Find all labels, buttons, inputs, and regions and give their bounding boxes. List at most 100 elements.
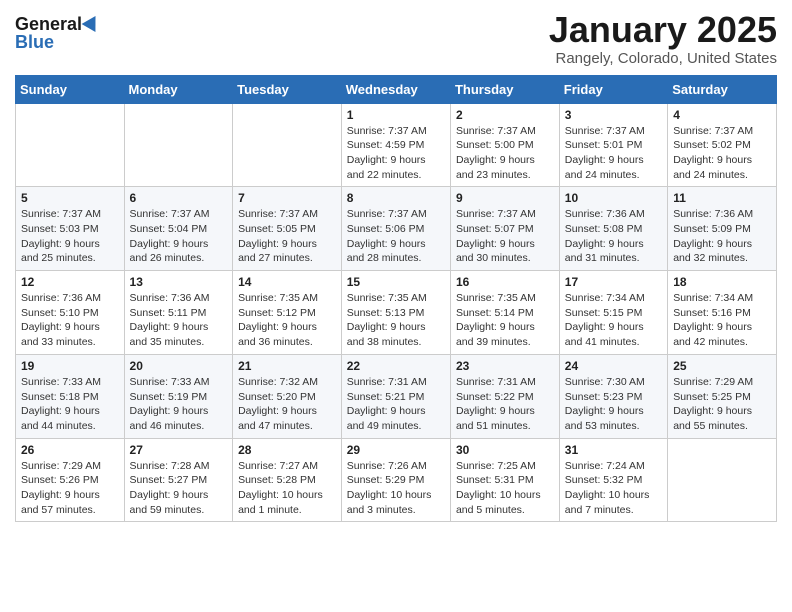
day-content: Sunrise: 7:29 AM Sunset: 5:26 PM Dayligh… bbox=[21, 459, 119, 518]
calendar-cell: 18Sunrise: 7:34 AM Sunset: 5:16 PM Dayli… bbox=[668, 271, 777, 355]
day-content: Sunrise: 7:33 AM Sunset: 5:19 PM Dayligh… bbox=[130, 375, 228, 434]
day-content: Sunrise: 7:27 AM Sunset: 5:28 PM Dayligh… bbox=[238, 459, 336, 518]
calendar-cell: 2 Sunrise: 7:37 AM Sunset: 5:00 PM Daylig… bbox=[450, 103, 559, 187]
calendar-cell bbox=[233, 103, 342, 187]
calendar-cell: 8 Sunrise: 7:37 AM Sunset: 5:06 PM Daylig… bbox=[341, 187, 450, 271]
day-number: 21 bbox=[238, 359, 336, 373]
day-number: 19 bbox=[21, 359, 119, 373]
day-content: Sunrise: 7:32 AM Sunset: 5:20 PM Dayligh… bbox=[238, 375, 336, 434]
calendar-cell: 17 Sunrise: 7:34 AM Sunset: 5:15 PM Dayli… bbox=[559, 271, 667, 355]
day-number: 6 bbox=[130, 191, 228, 205]
day-number: 31 bbox=[565, 443, 662, 457]
calendar-cell: 6 Sunrise: 7:37 AM Sunset: 5:04 PM Daylig… bbox=[124, 187, 233, 271]
day-number: 15 bbox=[347, 275, 445, 289]
day-content: Sunrise: 7:37 AM Sunset: 5:07 PM Dayligh… bbox=[456, 207, 554, 266]
page-header: General Blue January 2025 Rangely, Color… bbox=[15, 10, 777, 67]
calendar-cell: 1 Sunrise: 7:37 AM Sunset: 4:59 PM Daylig… bbox=[341, 103, 450, 187]
logo-icon bbox=[82, 12, 103, 32]
day-content: Sunrise: 7:29 AM Sunset: 5:25 PM Dayligh… bbox=[673, 375, 771, 434]
day-number: 3 bbox=[565, 108, 662, 122]
day-content: Sunrise: 7:37 AM Sunset: 5:04 PM Dayligh… bbox=[130, 207, 228, 266]
day-number: 20 bbox=[130, 359, 228, 373]
day-content: Sunrise: 7:35 AM Sunset: 5:14 PM Dayligh… bbox=[456, 291, 554, 350]
day-number: 26 bbox=[21, 443, 119, 457]
calendar-cell: 11Sunrise: 7:36 AM Sunset: 5:09 PM Dayli… bbox=[668, 187, 777, 271]
day-number: 10 bbox=[565, 191, 662, 205]
day-number: 1 bbox=[347, 108, 445, 122]
calendar-cell: 20 Sunrise: 7:33 AM Sunset: 5:19 PM Dayli… bbox=[124, 354, 233, 438]
calendar-cell: 3 Sunrise: 7:37 AM Sunset: 5:01 PM Daylig… bbox=[559, 103, 667, 187]
day-number: 30 bbox=[456, 443, 554, 457]
calendar-title: January 2025 bbox=[549, 10, 777, 50]
day-content: Sunrise: 7:35 AM Sunset: 5:13 PM Dayligh… bbox=[347, 291, 445, 350]
calendar-header-sunday: Sunday bbox=[16, 75, 125, 103]
day-content: Sunrise: 7:36 AM Sunset: 5:08 PM Dayligh… bbox=[565, 207, 662, 266]
day-number: 4 bbox=[673, 108, 771, 122]
day-number: 29 bbox=[347, 443, 445, 457]
day-content: Sunrise: 7:37 AM Sunset: 4:59 PM Dayligh… bbox=[347, 124, 445, 183]
calendar-cell: 7Sunrise: 7:37 AM Sunset: 5:05 PM Daylig… bbox=[233, 187, 342, 271]
day-content: Sunrise: 7:25 AM Sunset: 5:31 PM Dayligh… bbox=[456, 459, 554, 518]
day-number: 27 bbox=[130, 443, 228, 457]
day-content: Sunrise: 7:37 AM Sunset: 5:03 PM Dayligh… bbox=[21, 207, 119, 266]
calendar-cell: 31 Sunrise: 7:24 AM Sunset: 5:32 PM Dayli… bbox=[559, 438, 667, 522]
calendar-location: Rangely, Colorado, United States bbox=[549, 50, 777, 67]
calendar-header-thursday: Thursday bbox=[450, 75, 559, 103]
calendar-cell: 19 Sunrise: 7:33 AM Sunset: 5:18 PM Dayli… bbox=[16, 354, 125, 438]
day-number: 16 bbox=[456, 275, 554, 289]
day-content: Sunrise: 7:37 AM Sunset: 5:00 PM Dayligh… bbox=[456, 124, 554, 183]
calendar-cell: 22 Sunrise: 7:31 AM Sunset: 5:21 PM Dayli… bbox=[341, 354, 450, 438]
day-number: 23 bbox=[456, 359, 554, 373]
calendar-cell: 4 Sunrise: 7:37 AM Sunset: 5:02 PM Daylig… bbox=[668, 103, 777, 187]
day-content: Sunrise: 7:37 AM Sunset: 5:06 PM Dayligh… bbox=[347, 207, 445, 266]
day-number: 8 bbox=[347, 191, 445, 205]
day-number: 17 bbox=[565, 275, 662, 289]
day-content: Sunrise: 7:35 AM Sunset: 5:12 PM Dayligh… bbox=[238, 291, 336, 350]
calendar-cell: 29 Sunrise: 7:26 AM Sunset: 5:29 PM Dayli… bbox=[341, 438, 450, 522]
day-number: 25 bbox=[673, 359, 771, 373]
calendar-cell: 25 Sunrise: 7:29 AM Sunset: 5:25 PM Dayli… bbox=[668, 354, 777, 438]
calendar-cell: 28 Sunrise: 7:27 AM Sunset: 5:28 PM Dayli… bbox=[233, 438, 342, 522]
calendar-cell: 12Sunrise: 7:36 AM Sunset: 5:10 PM Dayli… bbox=[16, 271, 125, 355]
day-number: 28 bbox=[238, 443, 336, 457]
calendar-week-2: 5Sunrise: 7:37 AM Sunset: 5:03 PM Daylig… bbox=[16, 187, 777, 271]
calendar-cell bbox=[668, 438, 777, 522]
calendar-week-3: 12Sunrise: 7:36 AM Sunset: 5:10 PM Dayli… bbox=[16, 271, 777, 355]
day-content: Sunrise: 7:28 AM Sunset: 5:27 PM Dayligh… bbox=[130, 459, 228, 518]
day-content: Sunrise: 7:31 AM Sunset: 5:21 PM Dayligh… bbox=[347, 375, 445, 434]
day-number: 22 bbox=[347, 359, 445, 373]
calendar-week-1: 1 Sunrise: 7:37 AM Sunset: 4:59 PM Daylig… bbox=[16, 103, 777, 187]
logo: General Blue bbox=[15, 10, 100, 51]
day-content: Sunrise: 7:36 AM Sunset: 5:11 PM Dayligh… bbox=[130, 291, 228, 350]
day-content: Sunrise: 7:37 AM Sunset: 5:01 PM Dayligh… bbox=[565, 124, 662, 183]
day-content: Sunrise: 7:24 AM Sunset: 5:32 PM Dayligh… bbox=[565, 459, 662, 518]
calendar-header-monday: Monday bbox=[124, 75, 233, 103]
calendar-cell: 21 Sunrise: 7:32 AM Sunset: 5:20 PM Dayli… bbox=[233, 354, 342, 438]
day-content: Sunrise: 7:31 AM Sunset: 5:22 PM Dayligh… bbox=[456, 375, 554, 434]
calendar-header-row: SundayMondayTuesdayWednesdayThursdayFrid… bbox=[16, 75, 777, 103]
day-content: Sunrise: 7:36 AM Sunset: 5:09 PM Dayligh… bbox=[673, 207, 771, 266]
calendar-header-tuesday: Tuesday bbox=[233, 75, 342, 103]
day-number: 2 bbox=[456, 108, 554, 122]
day-number: 12 bbox=[21, 275, 119, 289]
title-block: January 2025 Rangely, Colorado, United S… bbox=[549, 10, 777, 67]
calendar-cell: 23 Sunrise: 7:31 AM Sunset: 5:22 PM Dayli… bbox=[450, 354, 559, 438]
day-content: Sunrise: 7:26 AM Sunset: 5:29 PM Dayligh… bbox=[347, 459, 445, 518]
calendar-week-5: 26 Sunrise: 7:29 AM Sunset: 5:26 PM Dayli… bbox=[16, 438, 777, 522]
day-content: Sunrise: 7:34 AM Sunset: 5:16 PM Dayligh… bbox=[673, 291, 771, 350]
calendar-cell bbox=[124, 103, 233, 187]
calendar-header-wednesday: Wednesday bbox=[341, 75, 450, 103]
calendar-cell: 10 Sunrise: 7:36 AM Sunset: 5:08 PM Dayli… bbox=[559, 187, 667, 271]
day-content: Sunrise: 7:37 AM Sunset: 5:05 PM Dayligh… bbox=[238, 207, 336, 266]
calendar-cell: 24Sunrise: 7:30 AM Sunset: 5:23 PM Dayli… bbox=[559, 354, 667, 438]
day-content: Sunrise: 7:33 AM Sunset: 5:18 PM Dayligh… bbox=[21, 375, 119, 434]
calendar-table: SundayMondayTuesdayWednesdayThursdayFrid… bbox=[15, 75, 777, 523]
day-content: Sunrise: 7:34 AM Sunset: 5:15 PM Dayligh… bbox=[565, 291, 662, 350]
calendar-cell: 26 Sunrise: 7:29 AM Sunset: 5:26 PM Dayli… bbox=[16, 438, 125, 522]
day-content: Sunrise: 7:37 AM Sunset: 5:02 PM Dayligh… bbox=[673, 124, 771, 183]
day-number: 13 bbox=[130, 275, 228, 289]
calendar-cell: 14Sunrise: 7:35 AM Sunset: 5:12 PM Dayli… bbox=[233, 271, 342, 355]
logo-general-text: General bbox=[15, 15, 82, 33]
calendar-week-4: 19 Sunrise: 7:33 AM Sunset: 5:18 PM Dayli… bbox=[16, 354, 777, 438]
calendar-cell: 30 Sunrise: 7:25 AM Sunset: 5:31 PM Dayli… bbox=[450, 438, 559, 522]
